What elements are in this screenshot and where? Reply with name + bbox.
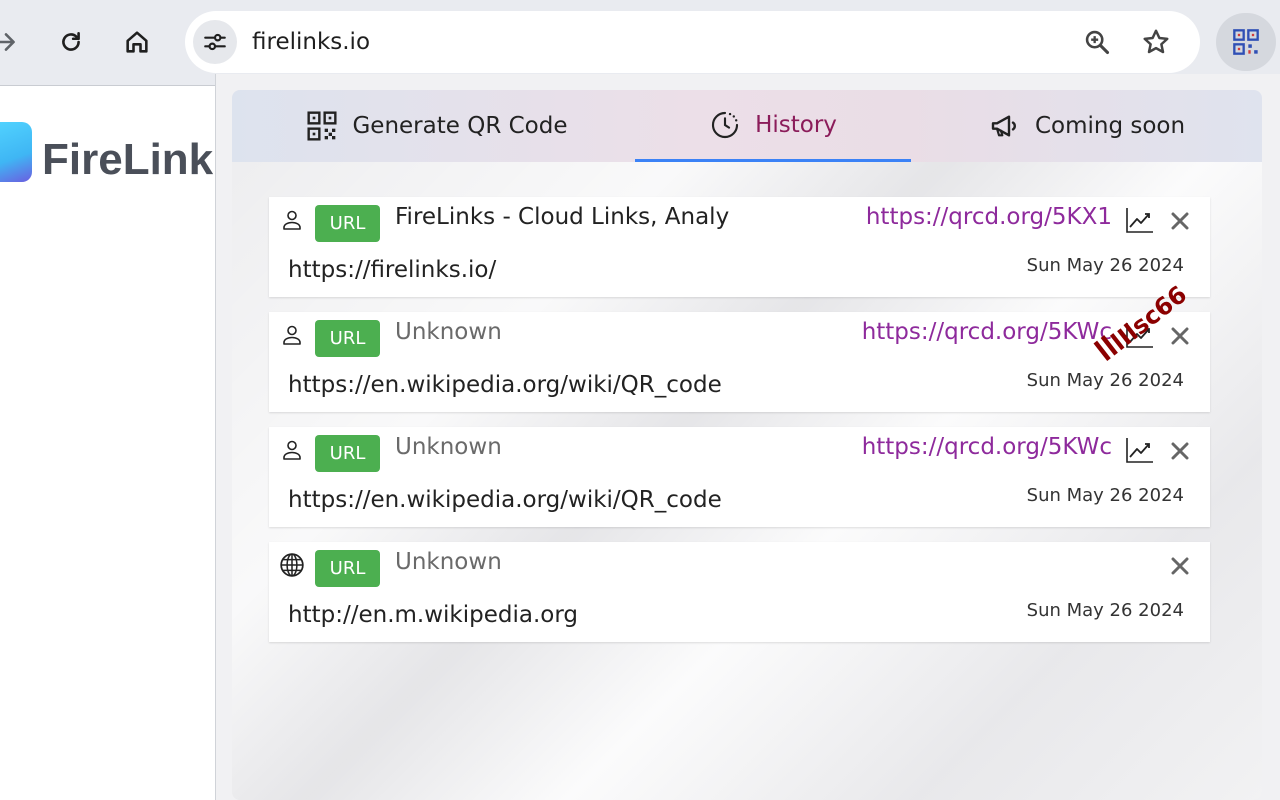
history-item[interactable]: URL Unknown https://qrcd.org/5KWc https:… (269, 312, 1210, 412)
qr-extension-icon (1233, 29, 1259, 55)
history-item[interactable]: URL FireLinks - Cloud Links, Analy https… (269, 197, 1210, 297)
zoom-button[interactable] (1081, 26, 1113, 58)
item-date: Sun May 26 2024 (1026, 600, 1184, 621)
delete-button[interactable] (1168, 439, 1192, 463)
delete-button[interactable] (1168, 324, 1192, 348)
tab-coming-soon[interactable]: Coming soon (972, 90, 1202, 162)
bookmark-button[interactable] (1140, 26, 1172, 58)
tab-generate-qr-code[interactable]: Generate QR Code (292, 90, 582, 162)
address-text[interactable]: firelinks.io (252, 27, 370, 57)
short-link[interactable]: https://qrcd.org/5KX1 (866, 202, 1112, 232)
star-icon (1143, 29, 1169, 54)
site-logo-mark (0, 122, 32, 182)
tab-label: Generate QR Code (352, 113, 568, 139)
tune-icon (204, 33, 226, 51)
site-info-button[interactable] (193, 20, 237, 64)
type-badge: URL (315, 320, 380, 357)
address-bar[interactable]: firelinks.io (185, 11, 1200, 73)
reload-icon (62, 32, 80, 51)
person-icon (279, 207, 305, 233)
megaphone-icon (991, 115, 1016, 137)
arrow-forward-icon (0, 33, 15, 51)
history-list: URL FireLinks - Cloud Links, Analy https… (269, 197, 1210, 657)
qr-code-icon (307, 111, 338, 141)
tab-bar: Generate QR Code History Coming soon (232, 90, 1262, 162)
item-title: Unknown (395, 549, 502, 575)
home-icon (126, 31, 148, 53)
person-icon (279, 437, 305, 463)
delete-button[interactable] (1168, 554, 1192, 578)
close-icon (1171, 557, 1189, 575)
history-item[interactable]: URL Unknown http://en.m.wikipedia.org Su… (269, 542, 1210, 642)
item-url: http://en.m.wikipedia.org (288, 602, 578, 628)
globe-icon (279, 552, 305, 578)
person-icon (279, 322, 305, 348)
close-icon (1171, 327, 1189, 345)
tab-label: Coming soon (1034, 113, 1186, 139)
close-icon (1171, 212, 1189, 230)
item-date: Sun May 26 2024 (1026, 370, 1184, 391)
type-badge: URL (315, 550, 380, 587)
type-badge: URL (315, 435, 380, 472)
delete-button[interactable] (1168, 209, 1192, 233)
item-title: FireLinks - Cloud Links, Analy (395, 204, 730, 230)
short-link[interactable]: https://qrcd.org/5KWc (862, 317, 1112, 347)
site-logo[interactable]: FireLink (42, 135, 213, 185)
analytics-button[interactable] (1125, 436, 1155, 464)
item-date: Sun May 26 2024 (1026, 485, 1184, 506)
zoom-in-icon (1085, 30, 1110, 55)
extension-popup: Generate QR Code History Coming soon URL… (215, 74, 1280, 800)
qr-extension-button[interactable] (1216, 13, 1276, 71)
forward-button[interactable] (0, 22, 26, 62)
tab-label: History (755, 111, 837, 138)
website-content: FireLink (0, 87, 216, 800)
trending-up-icon (1126, 208, 1153, 233)
item-url: https://en.wikipedia.org/wiki/QR_code (288, 372, 722, 398)
trending-up-icon (1126, 438, 1153, 463)
item-url: https://en.wikipedia.org/wiki/QR_code (288, 487, 722, 513)
item-title: Unknown (395, 319, 502, 345)
item-date: Sun May 26 2024 (1026, 255, 1184, 276)
type-badge: URL (315, 205, 380, 242)
popup-panel: Generate QR Code History Coming soon URL… (232, 90, 1262, 800)
tab-history[interactable]: History (635, 90, 911, 162)
item-url: https://firelinks.io/ (288, 257, 497, 283)
close-icon (1171, 442, 1189, 460)
analytics-button[interactable] (1125, 206, 1155, 234)
reload-button[interactable] (51, 22, 91, 62)
item-title: Unknown (395, 434, 502, 460)
history-item[interactable]: URL Unknown https://qrcd.org/5KWc https:… (269, 427, 1210, 527)
short-link[interactable]: https://qrcd.org/5KWc (862, 432, 1112, 462)
home-button[interactable] (117, 22, 157, 62)
clock-icon (712, 111, 739, 138)
